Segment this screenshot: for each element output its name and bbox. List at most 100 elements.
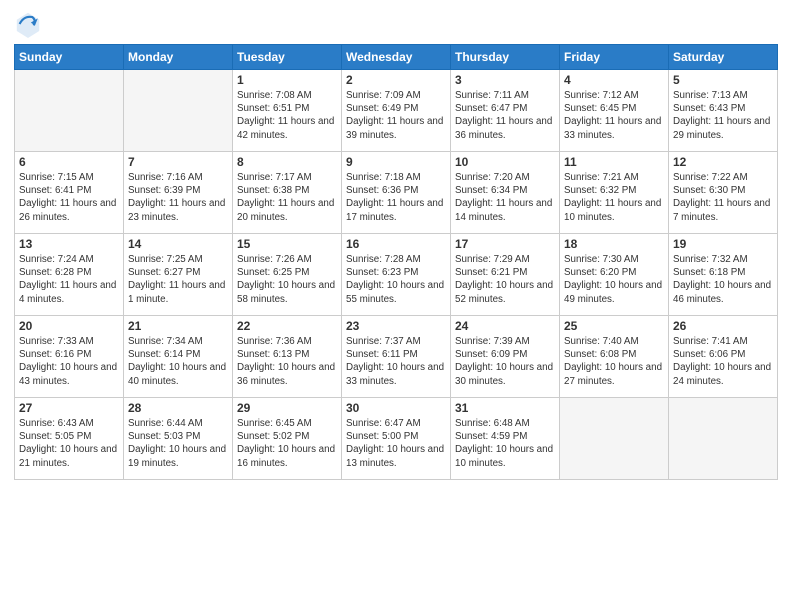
- calendar-cell: 14 Sunrise: 7:25 AMSunset: 6:27 PMDayligh…: [124, 234, 233, 316]
- calendar-cell: 30Sunrise: 6:47 AMSunset: 5:00 PMDayligh…: [342, 398, 451, 480]
- day-detail: Sunrise: 6:43 AMSunset: 5:05 PMDaylight:…: [19, 417, 119, 470]
- day-detail: Sunrise: 7:22 AMSunset: 6:30 PMDaylight:…: [673, 171, 773, 224]
- day-number: 14: [128, 237, 228, 251]
- calendar-cell: 7 Sunrise: 7:16 AMSunset: 6:39 PMDaylight…: [124, 152, 233, 234]
- calendar-cell: 17 Sunrise: 7:29 AMSunset: 6:21 PMDayligh…: [451, 234, 560, 316]
- calendar-cell: 9 Sunrise: 7:18 AMSunset: 6:36 PMDaylight…: [342, 152, 451, 234]
- day-detail: Sunrise: 7:15 AMSunset: 6:41 PMDaylight:…: [19, 171, 119, 224]
- day-detail: Sunrise: 6:44 AMSunset: 5:03 PMDaylight:…: [128, 417, 228, 470]
- day-number: 2: [346, 73, 446, 87]
- day-number: 20: [19, 319, 119, 333]
- calendar-cell: 24 Sunrise: 7:39 AMSunset: 6:09 PMDayligh…: [451, 316, 560, 398]
- day-number: 16: [346, 237, 446, 251]
- day-number: 13: [19, 237, 119, 251]
- day-detail: Sunrise: 7:20 AMSunset: 6:34 PMDaylight:…: [455, 171, 555, 224]
- calendar-cell: [669, 398, 778, 480]
- weekday-header-friday: Friday: [560, 45, 669, 70]
- calendar-cell: 11 Sunrise: 7:21 AMSunset: 6:32 PMDayligh…: [560, 152, 669, 234]
- calendar-cell: 8 Sunrise: 7:17 AMSunset: 6:38 PMDaylight…: [233, 152, 342, 234]
- day-number: 3: [455, 73, 555, 87]
- weekday-header-wednesday: Wednesday: [342, 45, 451, 70]
- day-detail: Sunrise: 7:18 AMSunset: 6:36 PMDaylight:…: [346, 171, 446, 224]
- weekday-header-saturday: Saturday: [669, 45, 778, 70]
- week-row-2: 6 Sunrise: 7:15 AMSunset: 6:41 PMDaylight…: [15, 152, 778, 234]
- week-row-1: 1 Sunrise: 7:08 AMSunset: 6:51 PMDaylight…: [15, 70, 778, 152]
- calendar-table: SundayMondayTuesdayWednesdayThursdayFrid…: [14, 44, 778, 480]
- day-number: 1: [237, 73, 337, 87]
- day-number: 23: [346, 319, 446, 333]
- calendar-cell: 18Sunrise: 7:30 AMSunset: 6:20 PMDayligh…: [560, 234, 669, 316]
- calendar-cell: 15Sunrise: 7:26 AMSunset: 6:25 PMDayligh…: [233, 234, 342, 316]
- day-detail: Sunrise: 7:41 AMSunset: 6:06 PMDaylight:…: [673, 335, 773, 388]
- calendar-cell: 5Sunrise: 7:13 AMSunset: 6:43 PMDaylight…: [669, 70, 778, 152]
- day-detail: Sunrise: 7:26 AMSunset: 6:25 PMDaylight:…: [237, 253, 337, 306]
- calendar-cell: 26 Sunrise: 7:41 AMSunset: 6:06 PMDayligh…: [669, 316, 778, 398]
- day-number: 22: [237, 319, 337, 333]
- calendar-cell: 22 Sunrise: 7:36 AMSunset: 6:13 PMDayligh…: [233, 316, 342, 398]
- day-number: 26: [673, 319, 773, 333]
- day-number: 21: [128, 319, 228, 333]
- day-detail: Sunrise: 7:33 AMSunset: 6:16 PMDaylight:…: [19, 335, 119, 388]
- calendar-cell: 27Sunrise: 6:43 AMSunset: 5:05 PMDayligh…: [15, 398, 124, 480]
- day-number: 31: [455, 401, 555, 415]
- day-detail: Sunrise: 7:16 AMSunset: 6:39 PMDaylight:…: [128, 171, 228, 224]
- weekday-header-thursday: Thursday: [451, 45, 560, 70]
- calendar-cell: 4 Sunrise: 7:12 AMSunset: 6:45 PMDaylight…: [560, 70, 669, 152]
- day-number: 4: [564, 73, 664, 87]
- day-detail: Sunrise: 7:40 AMSunset: 6:08 PMDaylight:…: [564, 335, 664, 388]
- day-detail: Sunrise: 7:32 AMSunset: 6:18 PMDaylight:…: [673, 253, 773, 306]
- day-detail: Sunrise: 7:09 AMSunset: 6:49 PMDaylight:…: [346, 89, 446, 142]
- day-number: 24: [455, 319, 555, 333]
- day-detail: Sunrise: 7:24 AMSunset: 6:28 PMDaylight:…: [19, 253, 119, 306]
- day-number: 10: [455, 155, 555, 169]
- weekday-header-sunday: Sunday: [15, 45, 124, 70]
- day-number: 17: [455, 237, 555, 251]
- day-detail: Sunrise: 7:28 AMSunset: 6:23 PMDaylight:…: [346, 253, 446, 306]
- week-row-4: 20 Sunrise: 7:33 AMSunset: 6:16 PMDayligh…: [15, 316, 778, 398]
- calendar-cell: 6 Sunrise: 7:15 AMSunset: 6:41 PMDaylight…: [15, 152, 124, 234]
- day-detail: Sunrise: 7:13 AMSunset: 6:43 PMDaylight:…: [673, 89, 773, 142]
- calendar-cell: 1 Sunrise: 7:08 AMSunset: 6:51 PMDaylight…: [233, 70, 342, 152]
- day-detail: Sunrise: 7:11 AMSunset: 6:47 PMDaylight:…: [455, 89, 555, 142]
- calendar-cell: [15, 70, 124, 152]
- week-row-5: 27Sunrise: 6:43 AMSunset: 5:05 PMDayligh…: [15, 398, 778, 480]
- day-detail: Sunrise: 7:21 AMSunset: 6:32 PMDaylight:…: [564, 171, 664, 224]
- day-detail: Sunrise: 7:39 AMSunset: 6:09 PMDaylight:…: [455, 335, 555, 388]
- calendar-cell: 12 Sunrise: 7:22 AMSunset: 6:30 PMDayligh…: [669, 152, 778, 234]
- calendar-cell: 10 Sunrise: 7:20 AMSunset: 6:34 PMDayligh…: [451, 152, 560, 234]
- week-row-3: 13 Sunrise: 7:24 AMSunset: 6:28 PMDayligh…: [15, 234, 778, 316]
- day-detail: Sunrise: 7:29 AMSunset: 6:21 PMDaylight:…: [455, 253, 555, 306]
- day-detail: Sunrise: 7:36 AMSunset: 6:13 PMDaylight:…: [237, 335, 337, 388]
- calendar-cell: 16 Sunrise: 7:28 AMSunset: 6:23 PMDayligh…: [342, 234, 451, 316]
- calendar-cell: 25 Sunrise: 7:40 AMSunset: 6:08 PMDayligh…: [560, 316, 669, 398]
- calendar-cell: 20 Sunrise: 7:33 AMSunset: 6:16 PMDayligh…: [15, 316, 124, 398]
- calendar-cell: 29Sunrise: 6:45 AMSunset: 5:02 PMDayligh…: [233, 398, 342, 480]
- day-detail: Sunrise: 7:30 AMSunset: 6:20 PMDaylight:…: [564, 253, 664, 306]
- calendar-cell: 23 Sunrise: 7:37 AMSunset: 6:11 PMDayligh…: [342, 316, 451, 398]
- calendar-cell: [560, 398, 669, 480]
- weekday-header-monday: Monday: [124, 45, 233, 70]
- day-detail: Sunrise: 7:37 AMSunset: 6:11 PMDaylight:…: [346, 335, 446, 388]
- day-number: 12: [673, 155, 773, 169]
- day-detail: Sunrise: 7:17 AMSunset: 6:38 PMDaylight:…: [237, 171, 337, 224]
- day-number: 7: [128, 155, 228, 169]
- day-detail: Sunrise: 7:34 AMSunset: 6:14 PMDaylight:…: [128, 335, 228, 388]
- calendar-cell: [124, 70, 233, 152]
- day-detail: Sunrise: 7:25 AMSunset: 6:27 PMDaylight:…: [128, 253, 228, 306]
- day-detail: Sunrise: 7:12 AMSunset: 6:45 PMDaylight:…: [564, 89, 664, 142]
- weekday-header-row: SundayMondayTuesdayWednesdayThursdayFrid…: [15, 45, 778, 70]
- day-number: 9: [346, 155, 446, 169]
- day-number: 8: [237, 155, 337, 169]
- day-detail: Sunrise: 7:08 AMSunset: 6:51 PMDaylight:…: [237, 89, 337, 142]
- header: [14, 10, 778, 38]
- calendar-cell: 2 Sunrise: 7:09 AMSunset: 6:49 PMDaylight…: [342, 70, 451, 152]
- page: SundayMondayTuesdayWednesdayThursdayFrid…: [0, 0, 792, 612]
- day-number: 6: [19, 155, 119, 169]
- day-number: 25: [564, 319, 664, 333]
- calendar-cell: 13 Sunrise: 7:24 AMSunset: 6:28 PMDayligh…: [15, 234, 124, 316]
- calendar-cell: 3 Sunrise: 7:11 AMSunset: 6:47 PMDaylight…: [451, 70, 560, 152]
- day-detail: Sunrise: 6:48 AMSunset: 4:59 PMDaylight:…: [455, 417, 555, 470]
- calendar-cell: 21 Sunrise: 7:34 AMSunset: 6:14 PMDayligh…: [124, 316, 233, 398]
- day-number: 30: [346, 401, 446, 415]
- day-number: 11: [564, 155, 664, 169]
